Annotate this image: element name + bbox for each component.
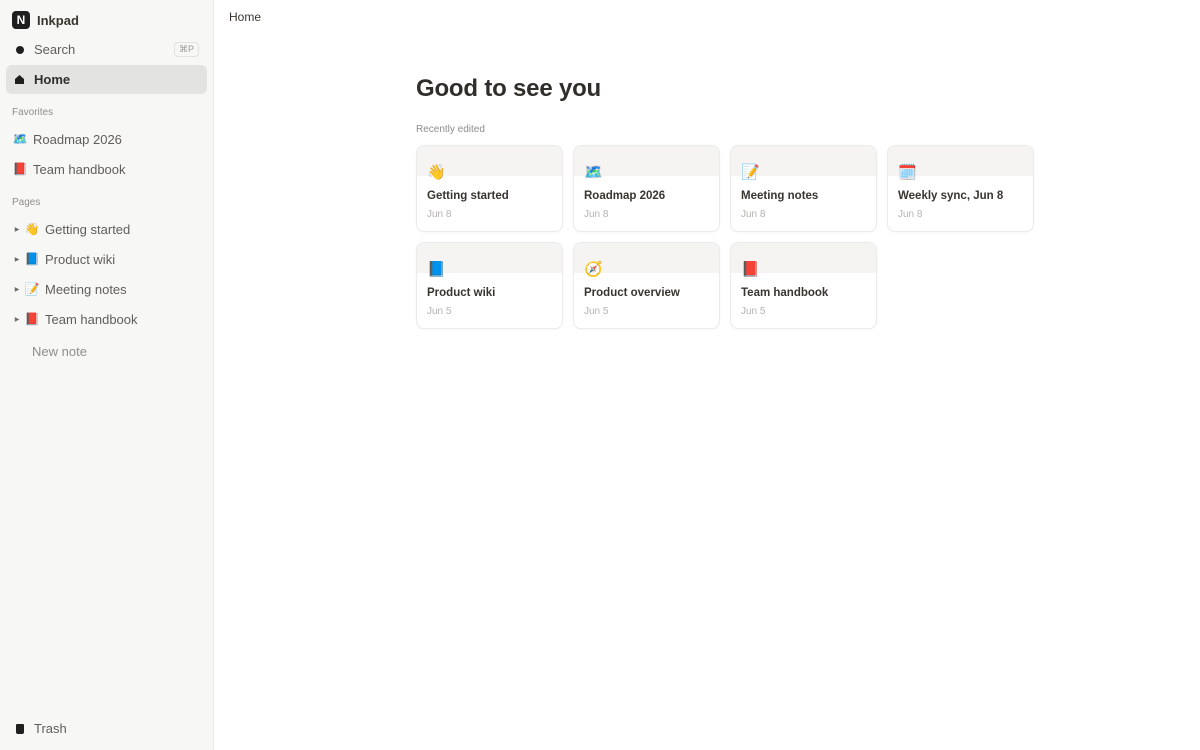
recent-card-weekly-sync[interactable]: 🗓️ Weekly sync, Jun 8 Jun 8 xyxy=(887,145,1034,232)
topbar: Home xyxy=(214,0,1200,34)
favorites-heading: Favorites xyxy=(12,107,54,118)
recent-card-meeting-notes[interactable]: 📝 Meeting notes Jun 8 xyxy=(730,145,877,232)
compass-icon: 🧭 xyxy=(584,261,603,278)
house-icon xyxy=(14,74,25,85)
sidebar: N Inkpad Search ⌘P Home Favorites 🗺️ Roa… xyxy=(0,0,214,750)
chevron-right-icon[interactable]: ▶ xyxy=(12,316,22,323)
chevron-right-icon[interactable]: ▶ xyxy=(12,286,22,293)
memo-icon: 📝 xyxy=(741,164,760,181)
home-content: Good to see you Recently edited 👋 Gettin… xyxy=(416,75,1046,329)
trash-label: Trash xyxy=(34,721,67,736)
favorite-item-team-handbook[interactable]: 📕 Team handbook xyxy=(6,154,207,184)
sidebar-home[interactable]: Home xyxy=(6,65,207,94)
card-title: Product wiki xyxy=(427,287,496,299)
workspace-logo: N xyxy=(12,11,30,29)
wave-icon: 👋 xyxy=(427,164,446,181)
page-title: Good to see you xyxy=(416,75,602,102)
workspace-switcher[interactable]: N Inkpad xyxy=(6,6,207,34)
card-title: Product overview xyxy=(584,287,680,299)
home-label: Home xyxy=(34,72,71,87)
new-note-button[interactable]: New note xyxy=(6,336,207,366)
recent-card-team-handbook[interactable]: 📕 Team handbook Jun 5 xyxy=(730,242,877,329)
card-date: Jun 8 xyxy=(741,209,766,220)
card-date: Jun 5 xyxy=(741,306,766,317)
blue-book-icon: 📘 xyxy=(24,252,40,266)
search-label: Search xyxy=(34,42,76,57)
memo-icon: 📝 xyxy=(24,282,40,296)
recent-cards-grid: 👋 Getting started Jun 8 🗺️ Roadmap 2026 … xyxy=(416,145,1046,329)
main-area: Home Good to see you Recently edited 👋 G… xyxy=(214,0,1200,750)
workspace-name: Inkpad xyxy=(37,12,79,28)
recent-card-product-overview[interactable]: 🧭 Product overview Jun 5 xyxy=(573,242,720,329)
card-date: Jun 8 xyxy=(898,209,923,220)
trash-icon xyxy=(14,723,25,734)
card-title: Meeting notes xyxy=(741,190,819,202)
search-dot-icon xyxy=(14,44,25,55)
breadcrumb[interactable]: Home xyxy=(229,10,261,24)
recently-edited-heading: Recently edited xyxy=(416,124,485,135)
card-date: Jun 8 xyxy=(427,209,452,220)
recent-card-roadmap-2026[interactable]: 🗺️ Roadmap 2026 Jun 8 xyxy=(573,145,720,232)
sidebar-search[interactable]: Search ⌘P xyxy=(6,35,207,64)
search-shortcut: ⌘P xyxy=(173,42,199,57)
card-date: Jun 8 xyxy=(584,209,609,220)
card-date: Jun 5 xyxy=(427,306,452,317)
map-icon: 🗺️ xyxy=(12,132,28,146)
red-book-icon: 📕 xyxy=(12,162,28,176)
page-label: Team handbook xyxy=(45,311,138,327)
recent-card-getting-started[interactable]: 👋 Getting started Jun 8 xyxy=(416,145,563,232)
chevron-right-icon[interactable]: ▶ xyxy=(12,256,22,263)
card-title: Getting started xyxy=(427,190,509,202)
favorite-item-roadmap[interactable]: 🗺️ Roadmap 2026 xyxy=(6,124,207,154)
page-item-getting-started[interactable]: ▶ 👋 Getting started xyxy=(6,214,207,244)
page-label: Meeting notes xyxy=(45,281,127,297)
favorite-label: Roadmap 2026 xyxy=(33,131,122,147)
blue-book-icon: 📘 xyxy=(427,261,446,278)
pages-heading: Pages xyxy=(12,197,41,208)
recent-card-product-wiki[interactable]: 📘 Product wiki Jun 5 xyxy=(416,242,563,329)
chevron-right-icon[interactable]: ▶ xyxy=(12,226,22,233)
wave-icon: 👋 xyxy=(24,222,40,236)
card-title: Team handbook xyxy=(741,287,829,299)
card-date: Jun 5 xyxy=(584,306,609,317)
page-item-meeting-notes[interactable]: ▶ 📝 Meeting notes xyxy=(6,274,207,304)
sidebar-trash-container: Trash xyxy=(0,713,213,744)
map-icon: 🗺️ xyxy=(584,164,603,181)
red-book-icon: 📕 xyxy=(741,261,760,278)
page-item-product-wiki[interactable]: ▶ 📘 Product wiki xyxy=(6,244,207,274)
favorite-label: Team handbook xyxy=(33,161,126,177)
page-item-team-handbook[interactable]: ▶ 📕 Team handbook xyxy=(6,304,207,334)
page-label: Product wiki xyxy=(45,251,116,267)
card-title: Weekly sync, Jun 8 xyxy=(898,190,1004,202)
calendar-icon: 🗓️ xyxy=(898,164,917,181)
sidebar-trash[interactable]: Trash xyxy=(6,714,207,743)
card-title: Roadmap 2026 xyxy=(584,190,666,202)
red-book-icon: 📕 xyxy=(24,312,40,326)
page-label: Getting started xyxy=(45,221,131,237)
